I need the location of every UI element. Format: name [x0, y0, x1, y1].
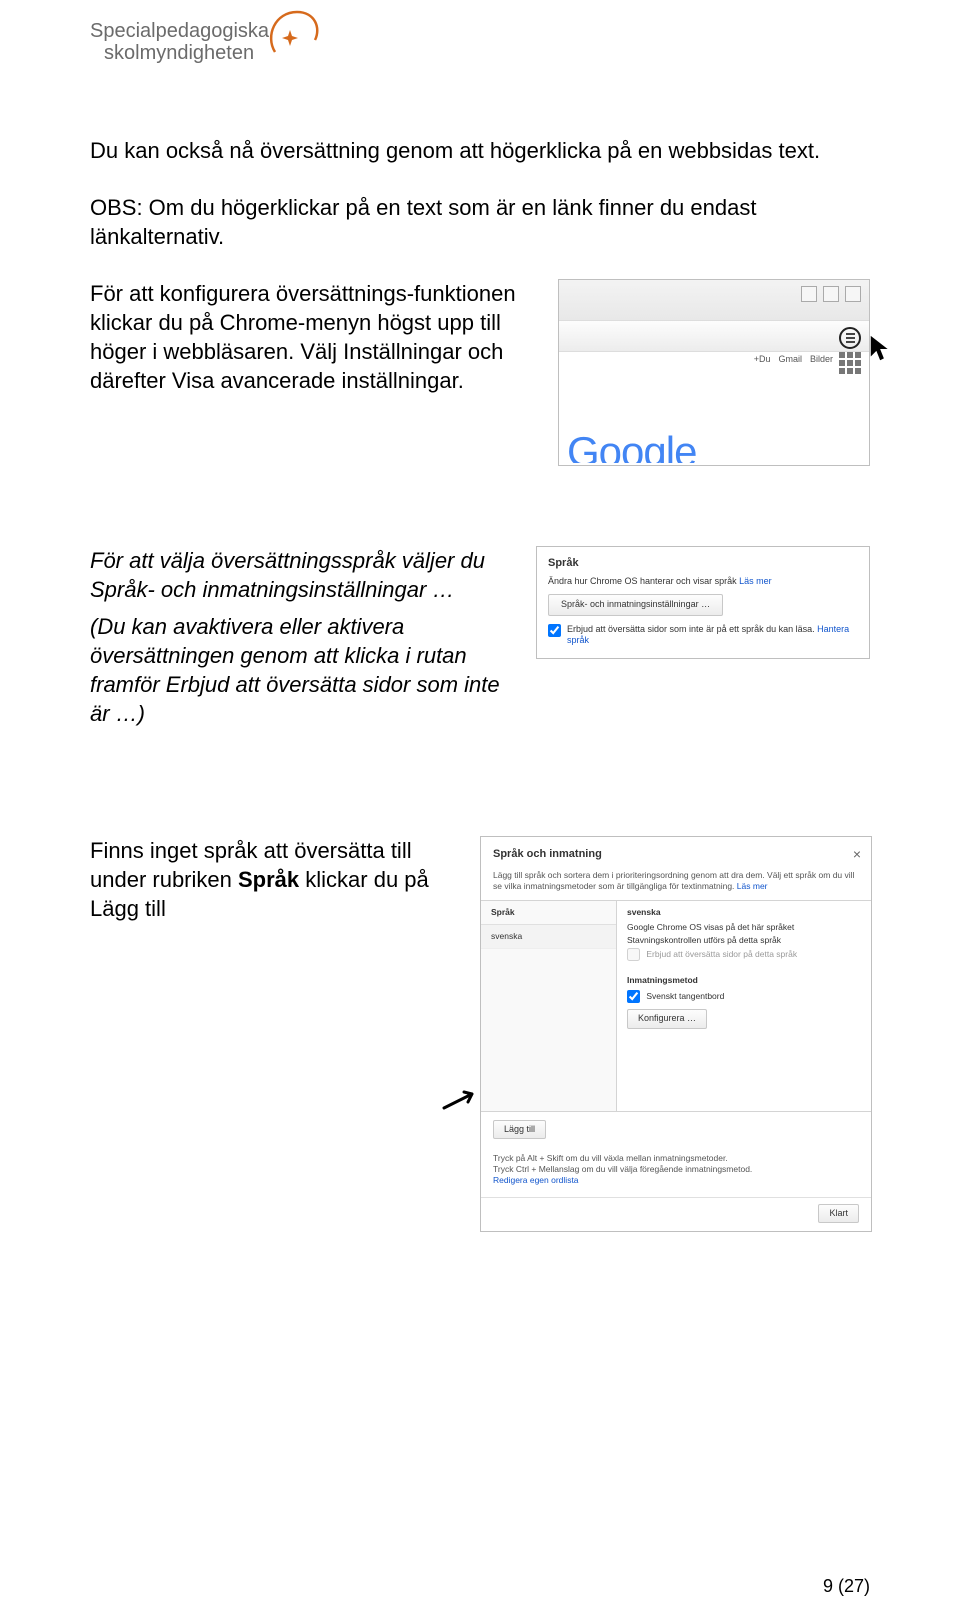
paragraph-4b: (Du kan avaktivera eller aktivera översä… — [90, 612, 512, 728]
paragraph-4a: För att välja översättningsspråk väljer … — [90, 546, 512, 604]
info-chrome-display: Google Chrome OS visas på det här språke… — [627, 922, 861, 933]
info-offer-translate-disabled: Erbjud att översätta sidor på detta språ… — [627, 948, 861, 961]
sprak-line1: Ändra hur Chrome OS hanterar och visar s… — [548, 576, 858, 588]
chrome-menu-icon[interactable] — [839, 327, 861, 349]
selected-language-name: svenska — [627, 907, 861, 918]
footer-hint-1: Tryck på Alt + Skift om du vill växla me… — [493, 1153, 859, 1164]
link-bilder[interactable]: Bilder — [810, 354, 833, 364]
google-header-links: +Du Gmail Bilder — [754, 354, 833, 364]
sprak-bold: Språk — [238, 867, 299, 892]
offer-translate-lang-checkbox — [627, 948, 640, 961]
link-las-mer[interactable]: Läs mer — [739, 576, 772, 586]
keyboard-row: Svenskt tangentbord — [627, 990, 861, 1003]
logo-line2: skolmyndigheten — [104, 42, 269, 64]
done-button[interactable]: Klart — [818, 1204, 859, 1224]
dialog-hint: Lägg till språk och sortera dem i priori… — [481, 866, 871, 900]
konfigurera-button[interactable]: Konfigurera … — [627, 1009, 707, 1029]
logo-line1: Specialpedagogiska — [90, 20, 269, 42]
dialog-title: Språk och inmatning — [493, 848, 602, 860]
minimize-icon — [801, 286, 817, 302]
dialog-close-icon[interactable]: × — [853, 845, 861, 863]
info-spellcheck: Stavningskontrollen utförs på detta språ… — [627, 935, 861, 946]
screenshot-language-input-dialog: Språk och inmatning × Lägg till språk oc… — [480, 836, 872, 1232]
offer-translate-label: Erbjud att översätta sidor som inte är p… — [567, 624, 858, 647]
close-icon — [845, 286, 861, 302]
language-list-item[interactable]: svenska — [481, 925, 616, 949]
agency-logo: Specialpedagogiska skolmyndigheten — [90, 18, 870, 66]
link-redigera-ordlista[interactable]: Redigera egen ordlista — [493, 1175, 579, 1185]
screenshot-chrome-menu: +Du Gmail Bilder Google — [558, 279, 870, 466]
inmatningsmetod-heading: Inmatningsmetod — [627, 975, 861, 986]
pointer-arrow-icon — [442, 1084, 482, 1114]
maximize-icon — [823, 286, 839, 302]
link-plus-du[interactable]: +Du — [754, 354, 771, 364]
logo-text: Specialpedagogiska skolmyndigheten — [90, 20, 269, 64]
offer-translate-checkbox[interactable] — [548, 624, 561, 637]
google-logo: Google — [567, 423, 707, 463]
link-gmail[interactable]: Gmail — [778, 354, 802, 364]
link-las-mer-dialog[interactable]: Läs mer — [737, 881, 768, 891]
mouse-cursor-icon — [867, 334, 897, 364]
sprak-heading: Språk — [548, 556, 858, 570]
add-language-button[interactable]: Lägg till — [493, 1120, 546, 1140]
window-controls — [801, 286, 861, 302]
apps-grid-icon[interactable] — [839, 352, 861, 374]
paragraph-3: För att konfigurera översättnings-funkti… — [90, 279, 534, 395]
col-header-sprak: Språk — [481, 901, 616, 925]
logo-swirl-icon — [263, 6, 323, 66]
paragraph-2: OBS: Om du högerklickar på en text som ä… — [90, 193, 870, 251]
page-number: 9 (27) — [823, 1576, 870, 1597]
screenshot-language-settings: Språk Ändra hur Chrome OS hanterar och v… — [536, 546, 870, 659]
footer-hint-2: Tryck Ctrl + Mellanslag om du vill välja… — [493, 1164, 859, 1175]
language-input-settings-button[interactable]: Språk- och inmatningsinställningar … — [548, 594, 723, 616]
paragraph-1: Du kan också nå översättning genom att h… — [90, 136, 870, 165]
keyboard-checkbox[interactable] — [627, 990, 640, 1003]
paragraph-5: Finns inget språk att översätta till und… — [90, 836, 456, 923]
